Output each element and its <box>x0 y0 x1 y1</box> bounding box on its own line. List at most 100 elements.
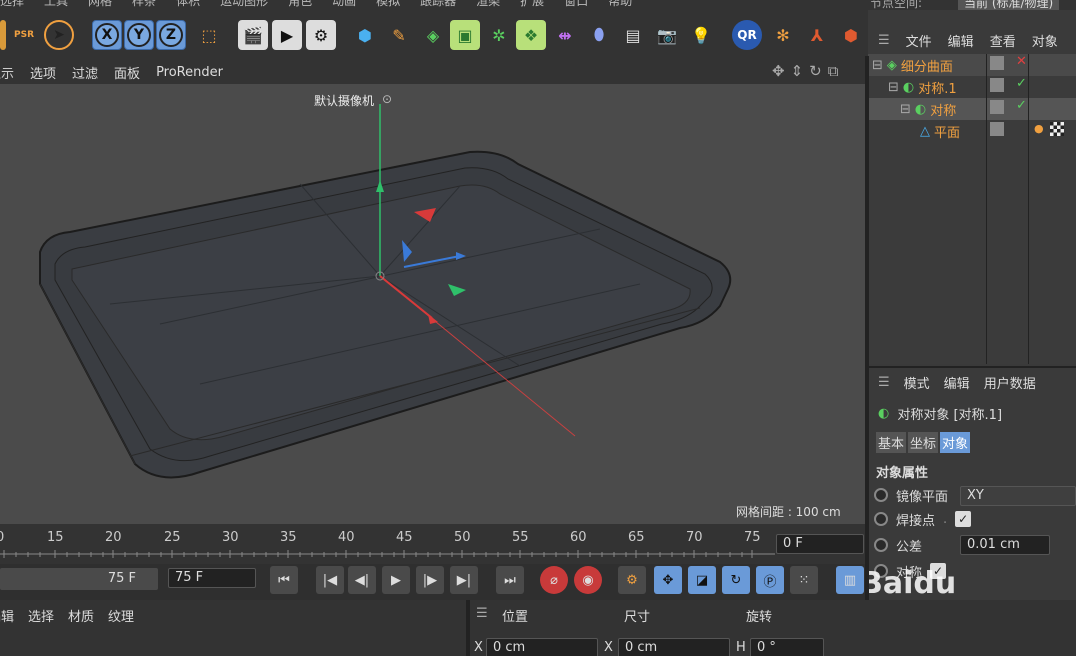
menu-hamburger-icon[interactable]: ☰ <box>878 33 890 48</box>
toggle-view-icon[interactable]: ⧉ <box>828 62 839 80</box>
menu-hamburger-icon[interactable]: ☰ <box>476 606 488 621</box>
keyframe-selection-icon[interactable]: ⚙ <box>618 566 646 594</box>
rotate-view-icon[interactable]: ↻ <box>809 62 822 80</box>
cube-icon[interactable]: ⬢ <box>350 20 380 50</box>
object-menu-edit[interactable]: 编辑 <box>948 31 974 50</box>
viewport-menu-panel[interactable]: 面板 <box>114 63 140 82</box>
mat-menu-edit[interactable]: 编辑 <box>0 606 14 625</box>
viewport-menu-options[interactable]: 选项 <box>30 63 56 82</box>
edit-icon[interactable] <box>990 56 1004 70</box>
floor-icon[interactable]: ▤ <box>618 20 648 50</box>
menu-character[interactable]: 角色 <box>288 0 312 10</box>
menu-volume[interactable]: 体积 <box>176 0 200 10</box>
mat-menu-select[interactable]: 选择 <box>28 606 54 625</box>
menu-mesh[interactable]: 网格 <box>88 0 112 10</box>
viewport-menu-filter[interactable]: 过滤 <box>72 63 98 82</box>
menu-hamburger-icon[interactable]: ☰ <box>878 375 890 390</box>
material-icon[interactable]: ⬮ <box>584 20 614 50</box>
object-menu-object[interactable]: 对象 <box>1032 31 1058 50</box>
field-icon[interactable]: ⇹ <box>550 20 580 50</box>
record-key-icon[interactable]: ⌀ <box>540 566 568 594</box>
export-icon[interactable]: ⬢ <box>836 20 866 50</box>
edit-icon[interactable] <box>990 100 1004 114</box>
menu-mograph[interactable]: 运动图形 <box>220 0 268 10</box>
render-settings-icon[interactable]: ⚙ <box>306 20 336 50</box>
attr-menu-edit[interactable]: 编辑 <box>944 373 970 392</box>
next-key-icon[interactable]: ▶| <box>450 566 478 594</box>
timeline-scheme-icon[interactable]: ▥ <box>836 566 864 594</box>
edit-icon[interactable] <box>990 78 1004 92</box>
key-pla-icon[interactable]: ⁙ <box>790 566 818 594</box>
subtab-basic[interactable]: 基本 <box>876 432 907 453</box>
light-icon[interactable]: 💡 <box>686 20 716 50</box>
size-x-input[interactable]: 0 cm <box>618 638 730 656</box>
subtab-coord[interactable]: 坐标 <box>908 432 939 453</box>
menu-render[interactable]: 渲染 <box>476 0 500 10</box>
key-rotation-icon[interactable]: ↻ <box>722 566 750 594</box>
weld-checkbox[interactable]: ✓ <box>955 511 972 527</box>
menu-extensions[interactable]: 扩展 <box>520 0 544 10</box>
animate-radio[interactable] <box>874 538 888 552</box>
pen-icon[interactable]: ✎ <box>384 20 414 50</box>
z-axis-lock-button[interactable]: Z <box>156 20 186 50</box>
enabled-status-icon[interactable]: ✓ <box>1016 98 1027 113</box>
viewport-menu-display[interactable]: 显示 <box>0 63 14 82</box>
menu-spline[interactable]: 样条 <box>132 0 156 10</box>
mat-menu-texture[interactable]: 纹理 <box>108 606 134 625</box>
render-view-icon[interactable]: 🎬 <box>238 20 268 50</box>
animate-radio[interactable] <box>874 488 888 502</box>
object-row-symmetry-1[interactable]: ⊟ ◐ 对称.1 <box>888 76 957 98</box>
coordinate-system-icon[interactable]: ⬚ <box>194 20 224 50</box>
render-picture-viewer-icon[interactable]: ▶ <box>272 20 302 50</box>
3d-viewport[interactable]: 默认摄像机 ⊙ 网格间距 : 100 cm <box>0 84 865 524</box>
timeline[interactable]: 0 15 20 25 30 35 40 45 50 55 60 65 70 75… <box>0 524 865 564</box>
go-to-end-icon[interactable]: ⏭ <box>496 566 524 594</box>
generator-icon[interactable]: ▣ <box>450 20 480 50</box>
attr-menu-mode[interactable]: 模式 <box>904 373 930 392</box>
object-row-plane[interactable]: △ 平面 <box>920 120 960 142</box>
move-view-icon[interactable]: ✥ <box>772 62 785 80</box>
material-tag-icon[interactable]: ● <box>1034 122 1044 135</box>
autokey-icon[interactable]: ◉ <box>574 566 602 594</box>
camera-icon[interactable]: 📷 <box>652 20 682 50</box>
go-to-start-icon[interactable]: ⏮ <box>270 566 298 594</box>
prev-key-icon[interactable]: |◀ <box>316 566 344 594</box>
sketch-icon[interactable]: ✻ <box>768 20 798 50</box>
key-parameter-icon[interactable]: Ⓟ <box>756 566 784 594</box>
psr-icon[interactable]: PSR <box>10 20 38 50</box>
menu-animation[interactable]: 动画 <box>332 0 356 10</box>
menu-help[interactable]: 帮助 <box>608 0 632 10</box>
menu-simulate[interactable]: 模拟 <box>376 0 400 10</box>
play-icon[interactable]: ▶ <box>382 566 410 594</box>
menu-tools[interactable]: 工具 <box>44 0 68 10</box>
menu-select[interactable]: 选择 <box>0 0 24 10</box>
position-x-input[interactable]: 0 cm <box>486 638 598 656</box>
attr-menu-userdata[interactable]: 用户数据 <box>984 373 1036 392</box>
live-select-icon[interactable]: ➤ <box>44 20 74 50</box>
edit-icon[interactable] <box>990 122 1004 136</box>
object-menu-view[interactable]: 查看 <box>990 31 1016 50</box>
x-axis-lock-button[interactable]: X <box>92 20 122 50</box>
menu-tracker[interactable]: 跟踪器 <box>420 0 456 10</box>
object-row-subdivision[interactable]: ⊟ ◈ 细分曲面 <box>872 54 953 76</box>
end-frame-input[interactable]: 75 F <box>168 568 256 588</box>
menu-window[interactable]: 窗口 <box>564 0 588 10</box>
y-axis-lock-button[interactable]: Y <box>124 20 154 50</box>
prev-frame-icon[interactable]: ◀| <box>348 566 376 594</box>
undo-icon[interactable] <box>0 20 6 50</box>
viewport-menu-prorender[interactable]: ProRender <box>156 65 223 80</box>
mirror-plane-select[interactable]: XY <box>960 486 1076 506</box>
key-scale-icon[interactable]: ◪ <box>688 566 716 594</box>
disabled-status-icon[interactable]: ✕ <box>1016 54 1027 69</box>
deformer-icon[interactable]: ✲ <box>484 20 514 50</box>
object-menu-file[interactable]: 文件 <box>906 31 932 50</box>
checker-tag-icon[interactable] <box>1050 122 1064 136</box>
qr-plugin-icon[interactable]: QR <box>732 20 762 50</box>
next-frame-icon[interactable]: |▶ <box>416 566 444 594</box>
mat-menu-material[interactable]: 材质 <box>68 606 94 625</box>
dolly-view-icon[interactable]: ⇕ <box>791 62 804 80</box>
preview-range-slider[interactable]: 75 F <box>0 568 158 590</box>
axis-tool-icon[interactable]: ⅄ <box>802 20 832 50</box>
subdivision-icon[interactable]: ◈ <box>418 20 448 50</box>
current-frame-input[interactable]: 0 F <box>776 534 864 554</box>
